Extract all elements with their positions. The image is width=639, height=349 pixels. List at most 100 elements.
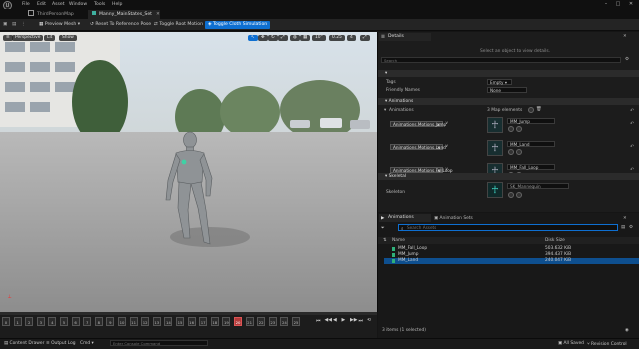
timeline-tick[interactable]: 15	[176, 317, 184, 326]
timeline-tick[interactable]: 12	[141, 317, 150, 326]
column-disk-size-header[interactable]: Disk Size	[545, 238, 565, 243]
timeline-tick[interactable]: 22	[257, 317, 266, 326]
gameplay-tag-key[interactable]: Animations.Motions.Jump	[390, 121, 446, 127]
details-tab[interactable]: Details	[379, 33, 431, 41]
remove-tag-icon[interactable]: ✕	[437, 145, 440, 150]
browse-asset-icon[interactable]	[516, 126, 522, 132]
menu-file[interactable]: File	[22, 2, 30, 7]
reset-to-default-icon[interactable]: ↶	[630, 121, 634, 127]
step-forward-icon[interactable]: ▶▶	[350, 318, 357, 323]
animation-thumbnail[interactable]: ☥	[487, 117, 503, 133]
timeline-tick[interactable]: 11	[129, 317, 138, 326]
timeline-tick[interactable]: 1	[13, 317, 22, 326]
view-options-icon[interactable]: ⚙	[629, 225, 633, 230]
tab-animation-sets[interactable]: ▣ Animation Sets	[434, 216, 473, 221]
show-button[interactable]: Show	[59, 35, 77, 41]
save-icon[interactable]: ▣	[3, 21, 7, 29]
go-to-end-icon[interactable]: ⏭	[359, 318, 363, 324]
details-search-input[interactable]	[381, 57, 621, 63]
play-reverse-icon[interactable]: ◀	[333, 318, 337, 323]
timeline-scrubber[interactable]	[0, 312, 377, 315]
tab-animations[interactable]: Animations	[379, 214, 431, 222]
animation-thumbnail[interactable]: ☥	[487, 140, 503, 156]
timeline-tick[interactable]: 13	[152, 317, 161, 326]
asset-row[interactable]: MM_Land 240.047 KiB	[384, 258, 639, 264]
lit-button[interactable]: Lit	[44, 35, 56, 41]
play-icon[interactable]: ▶	[342, 318, 346, 323]
chevron-down-icon[interactable]: ∨	[445, 167, 448, 172]
scale-icon[interactable]: ⤢	[278, 35, 288, 41]
browse-icon[interactable]: ▤	[12, 21, 16, 29]
settings-icon[interactable]: ⚙	[625, 57, 629, 62]
add-element-icon[interactable]	[528, 107, 534, 113]
timeline-tick[interactable]: 5	[60, 317, 68, 326]
use-selected-icon[interactable]	[508, 149, 514, 155]
cmd-dropdown[interactable]: Cmd ▾	[80, 341, 94, 346]
timeline-tick[interactable]: 18	[210, 317, 219, 326]
tab-manny-main-states-set[interactable]: Manny_MainStates_Set ✕	[88, 9, 160, 19]
reset-pose-button[interactable]: ↺ Reset To Reference Pose	[90, 21, 151, 29]
output-log-button[interactable]: ≡ Output Log	[46, 341, 76, 346]
timeline-tick[interactable]: 14	[164, 317, 173, 326]
chevron-down-icon[interactable]: ∨	[445, 144, 448, 149]
timeline-tick[interactable]: 8	[94, 317, 103, 326]
world-space-icon[interactable]: ◍	[290, 35, 300, 41]
timeline-tick[interactable]: 0	[2, 317, 10, 326]
animation-asset-dropdown[interactable]: MM_Jump	[507, 118, 555, 124]
close-tab-icon[interactable]: ✕	[156, 12, 160, 17]
timeline-tick[interactable]: 2	[25, 317, 34, 326]
view-mode-icon[interactable]: ◉	[625, 328, 629, 333]
console-command-input[interactable]	[110, 340, 208, 346]
reset-to-default-icon[interactable]: ↶	[630, 144, 634, 150]
content-drawer-button[interactable]: ▤ Content Drawer	[4, 341, 44, 346]
menu-edit[interactable]: Edit	[37, 2, 46, 7]
tab-third-person-map[interactable]: ThirdPersonMap	[24, 10, 86, 19]
sort-icon[interactable]: ⇅	[383, 238, 387, 243]
timeline-tick[interactable]: 7	[83, 317, 92, 326]
maximize-viewport-icon[interactable]: ⤢	[360, 35, 370, 41]
go-to-start-icon[interactable]: ⏮	[316, 318, 320, 324]
timeline-tick[interactable]: 24	[280, 317, 289, 326]
surface-snap-icon[interactable]: ▦	[300, 35, 311, 41]
skeleton-dropdown[interactable]: SK_Mannequin	[507, 183, 569, 189]
tags-dropdown[interactable]: Empty ▾	[487, 79, 512, 85]
reset-to-default-icon[interactable]: ↶	[630, 108, 634, 114]
chevron-down-icon[interactable]: ∨	[445, 121, 448, 126]
menu-window[interactable]: Window	[69, 2, 87, 7]
use-selected-icon[interactable]	[508, 192, 514, 198]
loop-icon[interactable]: ⟲	[367, 318, 371, 323]
minimize-button[interactable]: –	[600, 0, 612, 8]
folder-icon[interactable]: ▤	[621, 225, 625, 230]
rotate-icon[interactable]: ↻	[268, 35, 278, 41]
search-assets-input[interactable]	[398, 224, 618, 231]
use-selected-icon[interactable]	[508, 126, 514, 132]
rotation-snap-value[interactable]: 10°	[312, 35, 326, 41]
timeline-tick[interactable]: 4	[48, 317, 57, 326]
close-details-icon[interactable]: ✕	[623, 34, 627, 39]
timeline-tick[interactable]: 6	[71, 317, 80, 326]
timeline-tick[interactable]: 16	[187, 317, 196, 326]
trash-icon[interactable]: 🗑	[536, 107, 542, 112]
column-name-header[interactable]: Name	[392, 238, 405, 243]
animation-asset-dropdown[interactable]: MM_Fall_Loop	[507, 164, 555, 170]
timeline-tick[interactable]: 9	[106, 317, 115, 326]
translate-icon[interactable]: ✥	[258, 35, 268, 41]
preview-mesh-button[interactable]: ▦ Preview Mesh ▾	[39, 21, 80, 29]
browse-asset-icon[interactable]	[516, 149, 522, 155]
maximize-button[interactable]: □	[612, 0, 624, 8]
animation-asset-dropdown[interactable]: MM_Land	[507, 141, 555, 147]
step-back-icon[interactable]: ◀◀	[325, 318, 332, 323]
close-panel-icon[interactable]: ✕	[623, 216, 627, 221]
select-mode-icon[interactable]: ↖	[248, 35, 258, 41]
skeletal-section-header[interactable]: ▾ Skeletal	[378, 173, 639, 180]
remove-tag-icon[interactable]: ✕	[437, 168, 440, 173]
timeline-tick[interactable]: 17	[199, 317, 208, 326]
browse-asset-icon[interactable]	[516, 192, 522, 198]
gameplay-tag-key[interactable]: Animations.Motions.Land	[390, 144, 446, 150]
timeline-tick[interactable]: 19	[222, 317, 231, 326]
close-window-button[interactable]: ✕	[625, 0, 637, 8]
revision-control-button[interactable]: ⑂ Revision Control	[587, 341, 627, 347]
friendly-names-field[interactable]: None	[487, 87, 527, 93]
camera-speed-value[interactable]: 4	[347, 35, 356, 41]
timeline-tick[interactable]: 3	[36, 317, 45, 326]
